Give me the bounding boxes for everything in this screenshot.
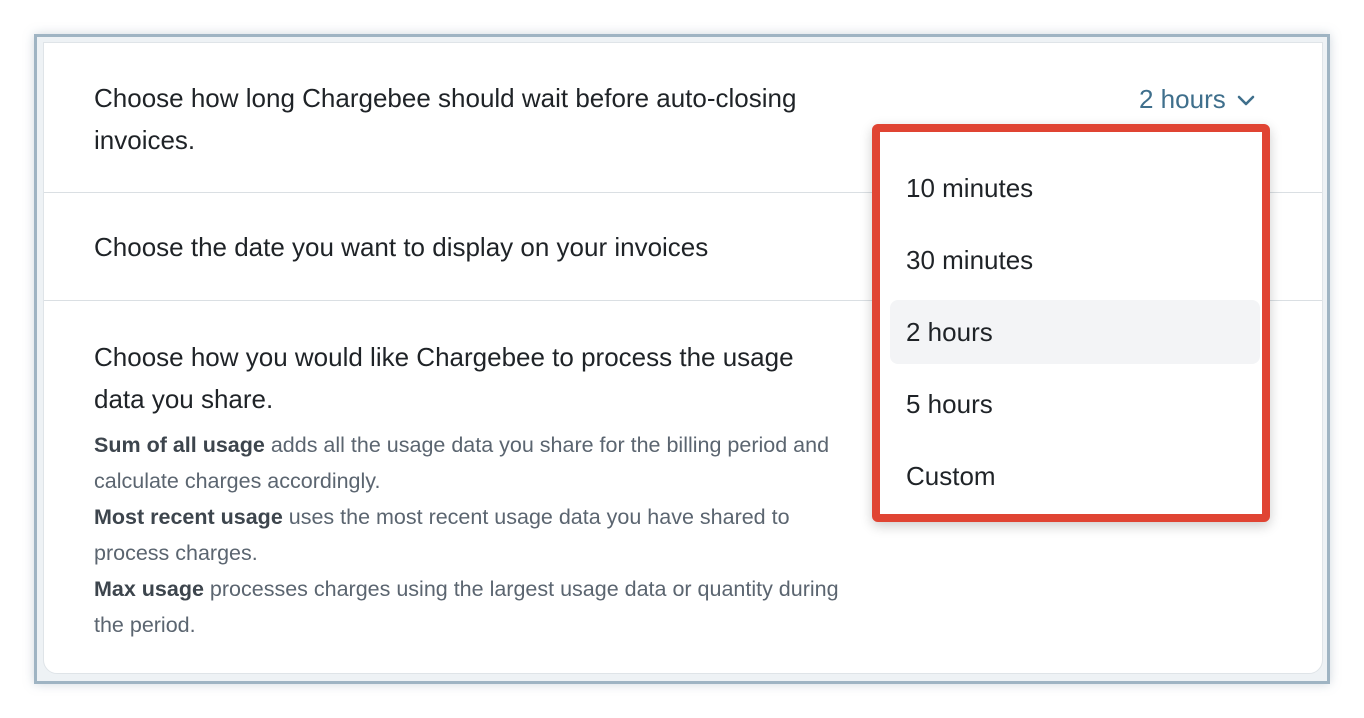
chevron-down-icon (1237, 95, 1255, 106)
help-line-sum: Sum of all usage adds all the usage data… (94, 427, 854, 499)
select-value: 2 hours (1139, 84, 1226, 114)
help-term: Most recent usage (94, 505, 283, 529)
help-line-recent: Most recent usage uses the most recent u… (94, 499, 854, 571)
help-term: Max usage (94, 577, 204, 601)
setting-description: Choose how you would like Chargebee to p… (94, 342, 794, 414)
help-line-max: Max usage processes charges using the la… (94, 571, 854, 643)
setting-description: Choose the date you want to display on y… (94, 232, 709, 262)
usage-help-text: Sum of all usage adds all the usage data… (94, 427, 854, 643)
help-term: Sum of all usage (94, 433, 265, 457)
dropdown-option-5-hours[interactable]: 5 hours (890, 372, 1260, 436)
setting-description: Choose how long Chargebee should wait be… (94, 83, 797, 155)
auto-close-duration-select[interactable]: 2 hours (1139, 79, 1258, 119)
help-text: processes charges using the largest usag… (94, 577, 839, 637)
dropdown-option-2-hours[interactable]: 2 hours (890, 300, 1260, 364)
duration-dropdown-menu: 10 minutes 30 minutes 2 hours 5 hours Cu… (872, 124, 1270, 522)
dropdown-options: 10 minutes 30 minutes 2 hours 5 hours Cu… (890, 156, 1260, 516)
dropdown-option-30-minutes[interactable]: 30 minutes (890, 228, 1260, 292)
dropdown-option-custom[interactable]: Custom (890, 444, 1260, 508)
dropdown-option-10-minutes[interactable]: 10 minutes (890, 156, 1260, 220)
